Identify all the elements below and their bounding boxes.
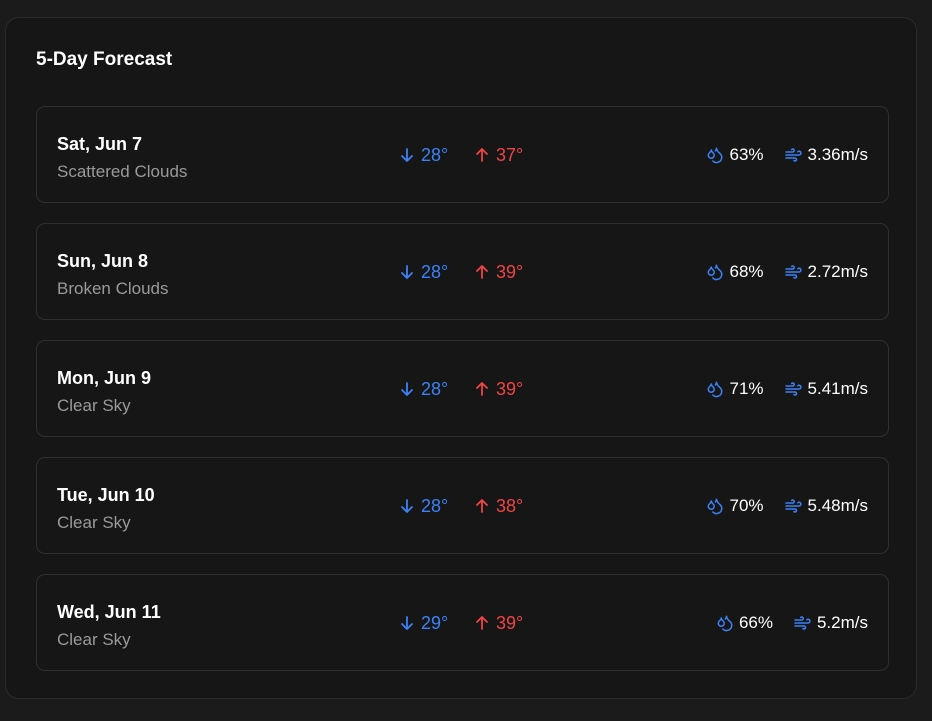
wind-stat: 5.48m/s xyxy=(784,495,868,517)
humidity-value: 66% xyxy=(738,613,773,632)
wind-icon xyxy=(784,148,802,162)
temp-high: 39° xyxy=(475,612,523,634)
temp-high-value: 39° xyxy=(496,262,524,282)
droplets-icon xyxy=(707,147,723,164)
humidity-value: 70% xyxy=(729,496,764,515)
day-condition: Clear Sky xyxy=(57,513,131,532)
humidity-stat: 68% xyxy=(706,261,764,283)
wind-stat: 5.2m/s xyxy=(793,612,868,634)
wind-value: 2.72m/s xyxy=(807,262,868,281)
temp-high: 39° xyxy=(475,378,523,400)
arrow-up-icon xyxy=(476,616,488,630)
forecast-day-card: Wed, Jun 11 Clear Sky 29° 39° 66% 5.2m/s xyxy=(36,574,889,671)
arrow-down-icon xyxy=(401,148,413,162)
temp-high: 37° xyxy=(475,144,523,166)
forecast-day-card: Sat, Jun 7 Scattered Clouds 28° 37° 63% … xyxy=(36,106,889,203)
day-condition: Broken Clouds xyxy=(57,279,169,298)
day-date: Wed, Jun 11 xyxy=(57,602,161,622)
humidity-value: 63% xyxy=(729,145,764,164)
temp-high-value: 39° xyxy=(496,613,524,633)
forecast-title: 5-Day Forecast xyxy=(36,49,173,70)
wind-icon xyxy=(784,265,802,279)
humidity-stat: 71% xyxy=(706,378,764,400)
temp-high-value: 39° xyxy=(496,379,524,399)
forecast-day-card: Sun, Jun 8 Broken Clouds 28° 39° 68% 2.7… xyxy=(36,223,889,320)
day-condition: Clear Sky xyxy=(57,396,131,415)
forecast-day-card: Tue, Jun 10 Clear Sky 28° 38° 70% 5.48m/… xyxy=(36,457,889,554)
wind-icon xyxy=(784,499,802,513)
humidity-value: 71% xyxy=(729,379,764,398)
forecast-panel: 5-Day Forecast Sat, Jun 7 Scattered Clou… xyxy=(5,17,917,699)
humidity-stat: 66% xyxy=(716,612,773,634)
droplets-icon xyxy=(707,498,723,515)
humidity-stat: 63% xyxy=(706,144,764,166)
temp-low-value: 29° xyxy=(421,613,449,633)
wind-stat: 5.41m/s xyxy=(784,378,868,400)
arrow-down-icon xyxy=(401,616,413,630)
temp-high: 38° xyxy=(475,495,523,517)
droplets-icon xyxy=(717,615,733,632)
day-date: Mon, Jun 9 xyxy=(57,368,151,388)
arrow-up-icon xyxy=(476,265,488,279)
wind-value: 3.36m/s xyxy=(807,145,868,164)
temp-low: 28° xyxy=(400,495,448,517)
temp-high-value: 37° xyxy=(496,145,524,165)
humidity-stat: 70% xyxy=(706,495,764,517)
arrow-down-icon xyxy=(401,499,413,513)
wind-icon xyxy=(794,616,811,630)
temp-low: 28° xyxy=(400,261,448,283)
day-date: Sat, Jun 7 xyxy=(57,134,143,154)
temp-low-value: 28° xyxy=(421,379,449,399)
day-condition: Clear Sky xyxy=(57,630,131,649)
temp-low-value: 28° xyxy=(421,145,449,165)
arrow-down-icon xyxy=(401,382,413,396)
humidity-value: 68% xyxy=(729,262,764,281)
temp-low: 28° xyxy=(400,378,448,400)
temp-high: 39° xyxy=(475,261,523,283)
forecast-day-card: Mon, Jun 9 Clear Sky 28° 39° 71% 5.41m/s xyxy=(36,340,889,437)
day-stats: 68% 2.72m/s xyxy=(706,261,868,283)
arrow-up-icon xyxy=(476,148,488,162)
day-stats: 63% 3.36m/s xyxy=(706,144,868,166)
day-stats: 71% 5.41m/s xyxy=(706,378,868,400)
day-date: Sun, Jun 8 xyxy=(57,251,149,271)
wind-value: 5.2m/s xyxy=(816,613,868,632)
temp-high-value: 38° xyxy=(496,496,524,516)
temp-low-value: 28° xyxy=(421,262,449,282)
day-stats: 70% 5.48m/s xyxy=(706,495,868,517)
wind-stat: 2.72m/s xyxy=(784,261,868,283)
temp-low: 29° xyxy=(400,612,448,634)
day-condition: Scattered Clouds xyxy=(57,162,188,181)
arrow-up-icon xyxy=(476,499,488,513)
temp-low: 28° xyxy=(400,144,448,166)
arrow-up-icon xyxy=(476,382,488,396)
day-date: Tue, Jun 10 xyxy=(57,485,155,505)
wind-value: 5.41m/s xyxy=(807,379,868,398)
arrow-down-icon xyxy=(401,265,413,279)
droplets-icon xyxy=(707,381,723,398)
wind-icon xyxy=(784,382,802,396)
wind-value: 5.48m/s xyxy=(807,496,868,515)
temp-low-value: 28° xyxy=(421,496,449,516)
wind-stat: 3.36m/s xyxy=(784,144,868,166)
day-stats: 66% 5.2m/s xyxy=(716,612,868,634)
droplets-icon xyxy=(707,264,723,281)
forecast-day-list: Sat, Jun 7 Scattered Clouds 28° 37° 63% … xyxy=(36,106,889,691)
